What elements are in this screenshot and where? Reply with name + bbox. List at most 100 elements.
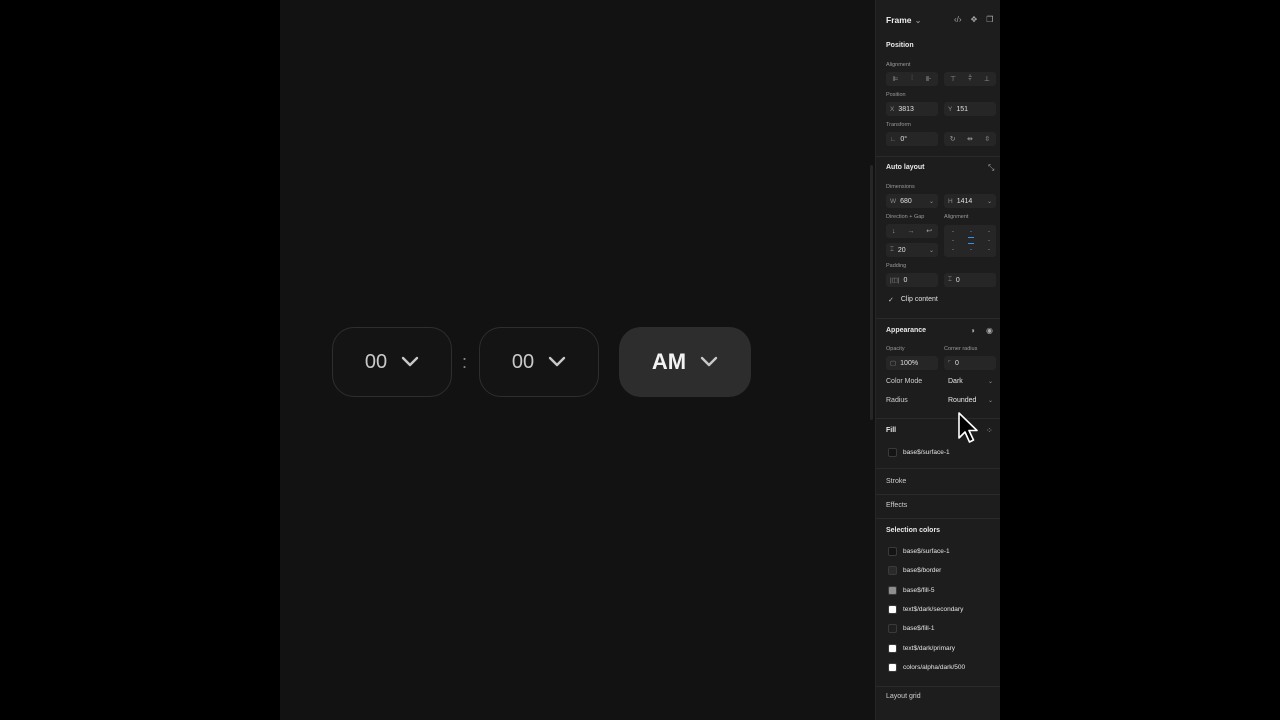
x-value: 3813 [898, 105, 914, 113]
y-field[interactable]: Y 151 [944, 102, 996, 116]
vertical-alignment-group[interactable]: ⊤ ⫩ ⊥ [944, 72, 996, 86]
divider [876, 686, 1000, 687]
selection-color-row[interactable]: base$/fill-1 [888, 624, 935, 634]
padding-vertical-icon: ⌶ [948, 276, 952, 283]
period-value: AM [651, 349, 687, 374]
color-swatch[interactable] [888, 643, 897, 653]
selection-color-row[interactable]: colors/alpha/dark/500 [888, 662, 966, 672]
align-left-icon[interactable]: ⊫ [892, 75, 898, 83]
color-mode-select[interactable]: Dark [948, 378, 963, 385]
horizontal-padding-field[interactable]: |◫| 0 [886, 273, 938, 287]
alignment-grid[interactable] [944, 225, 996, 257]
color-swatch[interactable] [888, 662, 897, 672]
selection-color-row[interactable]: text$/dark/primary [888, 643, 956, 653]
layout-grid-heading[interactable]: Layout grid [886, 693, 921, 700]
selection-color-row[interactable]: base$/border [888, 566, 941, 576]
selection-colors-heading: Selection colors [886, 527, 941, 534]
fill-row[interactable]: base$/surface-1 [888, 448, 950, 457]
selection-color-label: text$/dark/primary [903, 644, 956, 652]
rotate-icon[interactable]: ↻ [950, 135, 956, 143]
wrap-icon[interactable]: ↩ [926, 227, 932, 235]
y-label: Y [948, 105, 953, 113]
hour-value: 00 [364, 350, 388, 373]
align-middle-icon[interactable]: ⫩ [968, 75, 972, 83]
layers-icon[interactable]: ❐ [986, 15, 993, 24]
canvas-scrollbar[interactable] [870, 165, 873, 420]
styles-icon[interactable]: ◑ [970, 326, 975, 335]
direction-group[interactable]: ↓ → ↩ [886, 224, 938, 238]
arrow-down-icon[interactable]: ↓ [892, 228, 896, 235]
flip-horizontal-icon[interactable]: ⇹ [967, 135, 973, 143]
opacity-value: 100% [900, 359, 919, 367]
vertical-padding-field[interactable]: ⌶ 0 [944, 273, 996, 287]
effects-heading[interactable]: Effects [886, 502, 907, 509]
chevron-down-icon [700, 356, 718, 367]
opacity-icon: ▢ [890, 360, 897, 367]
corner-radius-field[interactable]: ⌜ 0 [944, 356, 996, 370]
x-field[interactable]: X 3813 [886, 102, 938, 116]
rotation-field[interactable]: ∟ 0° [886, 132, 938, 146]
stroke-heading[interactable]: Stroke [886, 478, 906, 485]
minute-dropdown[interactable]: 00 [479, 327, 599, 397]
position-heading: Position [886, 42, 914, 49]
align-bottom-icon[interactable]: ⊥ [984, 75, 990, 83]
transform-buttons[interactable]: ↻ ⇹ ⇳ [944, 132, 996, 146]
clip-content-checkbox[interactable]: ✓ Clip content [888, 296, 938, 304]
selection-color-label: base$/surface-1 [903, 548, 950, 555]
gap-value: 20 [897, 246, 906, 254]
divider [876, 494, 1000, 495]
width-field[interactable]: W 680 ⌄ [886, 194, 938, 208]
color-swatch[interactable] [888, 624, 897, 634]
h-label: H [948, 197, 953, 205]
frame-canvas[interactable]: 00 : 00 AM [280, 0, 875, 720]
horizontal-alignment-group[interactable]: ⊫ ⫶ ⊪ [886, 72, 938, 86]
frame-dropdown[interactable]: Frame ⌄ [886, 15, 922, 26]
color-swatch[interactable] [888, 566, 897, 576]
color-swatch[interactable] [888, 547, 897, 556]
color-swatch[interactable] [888, 604, 897, 614]
align-center-icon[interactable]: ⫶ [911, 75, 913, 83]
selection-color-row[interactable]: text$/dark/secondary [888, 604, 963, 614]
selection-color-label: base$/fill-1 [903, 625, 935, 633]
divider [876, 518, 1000, 519]
period-dropdown[interactable]: AM [619, 327, 751, 397]
header-icons: ‹/› ✥ ❐ [954, 15, 993, 24]
minute-value: 00 [511, 350, 535, 373]
selection-color-row[interactable]: base$/fill-5 [888, 585, 934, 595]
radius-label: Radius [886, 397, 908, 404]
flip-vertical-icon[interactable]: ⇳ [984, 135, 990, 143]
rotation-icon: ∟ [890, 135, 897, 143]
code-icon[interactable]: ‹/› [954, 15, 962, 24]
component-icon[interactable]: ✥ [971, 15, 978, 24]
selection-color-label: colors/alpha/dark/500 [903, 663, 966, 671]
opacity-field[interactable]: ▢ 100% [886, 356, 938, 370]
padding-v-value: 0 [955, 276, 960, 284]
opacity-label: Opacity [886, 346, 905, 352]
y-value: 151 [956, 105, 969, 113]
chevron-down-icon [548, 356, 566, 367]
arrow-right-icon[interactable]: → [907, 228, 914, 235]
dimensions-label: Dimensions [886, 184, 915, 190]
align-top-icon[interactable]: ⊤ [950, 75, 956, 83]
gap-icon: ⌶ [890, 246, 894, 253]
padding-h-value: 0 [903, 276, 908, 284]
selection-color-row[interactable]: base$/surface-1 [888, 547, 950, 556]
chevron-down-icon: ⌄ [986, 198, 992, 205]
radius-select[interactable]: Rounded [948, 397, 976, 404]
fill-swatch[interactable] [888, 448, 897, 457]
collapse-icon[interactable]: ⤡ [988, 163, 994, 173]
color-mode-label: Color Mode [886, 378, 923, 385]
grid-styles-icon[interactable]: ⁘ [986, 426, 993, 435]
color-swatch[interactable] [888, 585, 897, 595]
rotation-value: 0° [900, 135, 908, 143]
padding-label: Padding [886, 263, 907, 269]
align-right-icon[interactable]: ⊪ [926, 75, 932, 83]
design-canvas-area: 00 : 00 AM Frame ⌄ ‹/› ✥ ❐ Position Align… [280, 0, 1000, 720]
hour-dropdown[interactable]: 00 [332, 327, 452, 397]
eye-icon[interactable]: ◉ [986, 326, 993, 335]
corner-radius-icon: ⌜ [948, 360, 952, 367]
chevron-down-icon: ⌄ [914, 15, 922, 25]
height-field[interactable]: H 1414 ⌄ [944, 194, 996, 208]
gap-field[interactable]: ⌶ 20 ⌄ [886, 243, 938, 257]
divider [876, 418, 1000, 419]
